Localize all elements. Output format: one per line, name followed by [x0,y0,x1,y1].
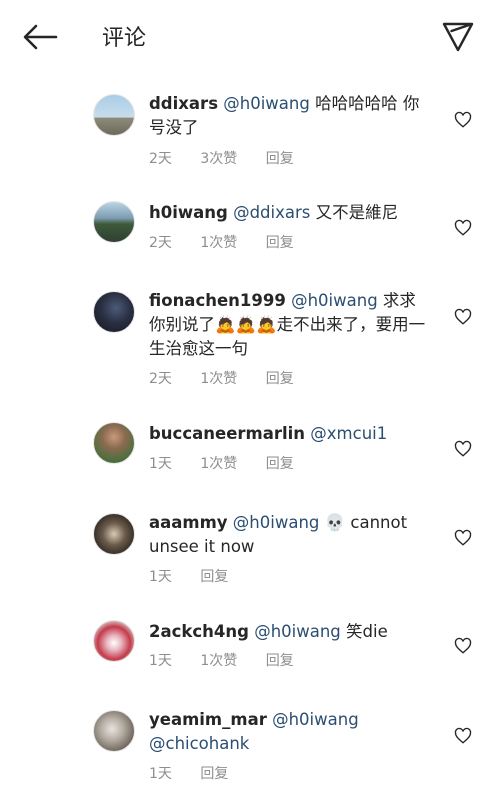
comment-mention[interactable]: @h0iwang [233,513,320,532]
comment-text: yeamim_mar @h0iwang @chicohank [149,708,431,756]
comment-mention[interactable]: @h0iwang [291,291,378,310]
heart-icon[interactable] [454,727,472,745]
avatar[interactable] [93,94,135,136]
avatar[interactable] [93,201,135,243]
reply-button[interactable]: 回复 [266,650,294,670]
heart-icon[interactable] [454,308,472,326]
comment-likes[interactable]: 1次赞 [200,368,237,388]
page-title: 评论 [102,26,147,51]
heart-icon[interactable] [454,529,472,547]
back-button[interactable] [20,22,60,52]
share-button[interactable] [440,18,476,54]
comment-text: ddixars @h0iwang 哈哈哈哈哈 你号没了 [149,92,431,140]
comment-mention[interactable]: @xmcui1 [310,424,387,443]
reply-button[interactable]: 回复 [266,232,294,252]
comment-username[interactable]: 2ackch4ng [149,622,249,641]
comment-meta: 2天 3次赞 回复 [149,148,318,168]
arrow-left-icon [23,24,58,50]
comment-mention[interactable]: @h0iwang [223,94,310,113]
comment-time: 2天 [149,371,172,387]
comment-time: 1天 [149,456,172,472]
reply-button[interactable]: 回复 [200,763,228,783]
reply-button[interactable]: 回复 [266,368,294,388]
comment-mention[interactable]: @ddixars [233,203,310,222]
comment-username[interactable]: buccaneermarlin [149,424,305,443]
comment-time: 1天 [149,766,172,782]
comment-username[interactable]: aaammy [149,513,228,532]
comment-username[interactable]: fionachen1999 [149,291,286,310]
comment-username[interactable]: h0iwang [149,203,228,222]
heart-icon[interactable] [454,440,472,458]
comment-likes[interactable]: 3次赞 [200,148,237,168]
comment-username[interactable]: yeamim_mar [149,710,267,729]
comment-time: 1天 [149,569,172,585]
heart-icon[interactable] [454,111,472,129]
comment-meta: 2天 1次赞 回复 [149,232,318,252]
comment-meta: 1天 1次赞 回复 [149,453,318,473]
comment-username[interactable]: ddixars [149,94,218,113]
comment-text: aaammy @h0iwang 💀 cannot unsee it now [149,511,431,559]
reply-button[interactable]: 回复 [266,148,294,168]
comment-likes[interactable]: 1次赞 [200,453,237,473]
comment-text: fionachen1999 @h0iwang 求求你别说了🙇🙇🙇走不出来了，要用… [149,289,431,361]
comment-meta: 1天 回复 [149,566,252,586]
comment-likes[interactable]: 1次赞 [200,650,237,670]
comment-likes[interactable]: 1次赞 [200,232,237,252]
comment-text: h0iwang @ddixars 又不是維尼 [149,201,431,225]
header-bar: 评论 [0,0,503,72]
reply-button[interactable]: 回复 [266,453,294,473]
avatar[interactable] [93,422,135,464]
paper-plane-icon [442,22,474,52]
comment-content: 笑die [340,622,388,641]
comment-meta: 1天 1次赞 回复 [149,650,318,670]
avatar[interactable] [93,710,135,752]
reply-button[interactable]: 回复 [200,566,228,586]
avatar[interactable] [93,291,135,333]
comment-time: 2天 [149,235,172,251]
comment-mention[interactable]: @h0iwang [254,622,341,641]
avatar[interactable] [93,620,135,662]
comment-time: 1天 [149,653,172,669]
avatar[interactable] [93,513,135,555]
comment-content: 又不是維尼 [310,203,399,222]
heart-icon[interactable] [454,637,472,655]
comment-text: buccaneermarlin @xmcui1 [149,422,431,446]
comment-meta: 2天 1次赞 回复 [149,368,318,388]
comment-time: 2天 [149,151,172,167]
heart-icon[interactable] [454,219,472,237]
comment-text: 2ackch4ng @h0iwang 笑die [149,620,431,644]
comment-meta: 1天 回复 [149,763,252,783]
